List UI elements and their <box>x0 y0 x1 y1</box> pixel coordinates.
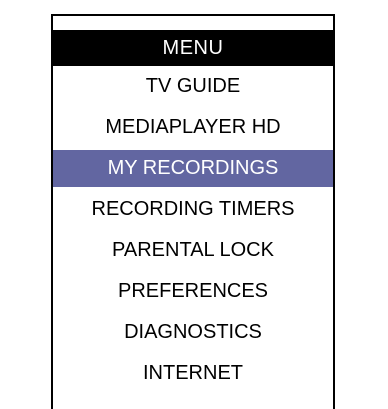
menu-item-recording-timers[interactable]: RECORDING TIMERS <box>53 189 333 230</box>
menu-item-preferences[interactable]: PREFERENCES <box>53 271 333 312</box>
menu-item-tv-guide[interactable]: TV GUIDE <box>53 66 333 107</box>
menu-item-my-recordings[interactable]: MY RECORDINGS <box>53 150 333 187</box>
menu-list: TV GUIDE MEDIAPLAYER HD MY RECORDINGS RE… <box>53 66 333 394</box>
menu-item-mediaplayer-hd[interactable]: MEDIAPLAYER HD <box>53 107 333 148</box>
menu-panel: MENU TV GUIDE MEDIAPLAYER HD MY RECORDIN… <box>51 14 335 409</box>
menu-title: MENU <box>53 30 333 66</box>
menu-item-diagnostics[interactable]: DIAGNOSTICS <box>53 312 333 353</box>
menu-item-parental-lock[interactable]: PARENTAL LOCK <box>53 230 333 271</box>
menu-item-internet[interactable]: INTERNET <box>53 353 333 394</box>
